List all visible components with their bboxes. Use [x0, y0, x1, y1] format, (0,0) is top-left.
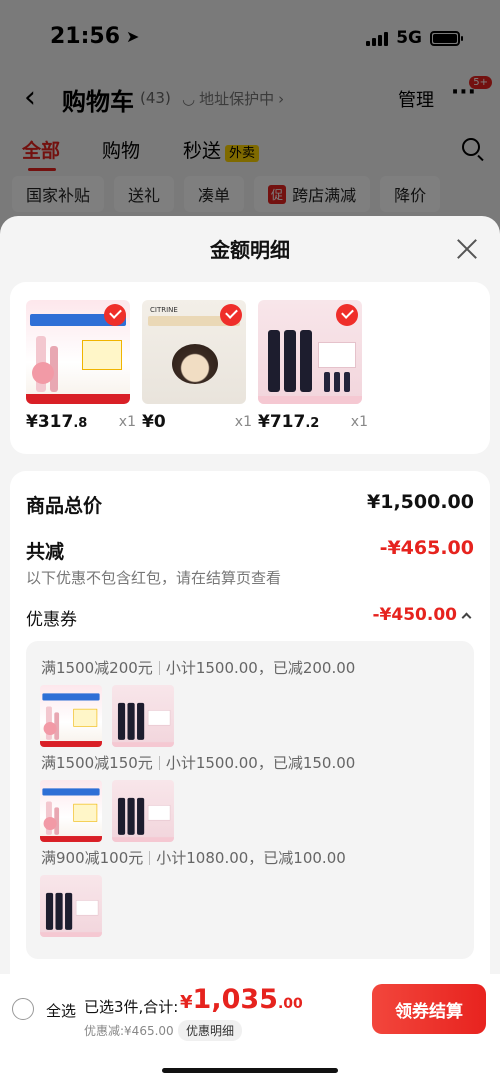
- total-label: 商品总价: [26, 495, 103, 517]
- coupon-toggle[interactable]: -¥450.00: [372, 605, 472, 625]
- coupon-rule: 满900减100元 小计1080.00，已减100.00: [41, 847, 346, 868]
- checked-icon: [104, 304, 126, 326]
- coupon-rule: 满1500减200元 小计1500.00，已减200.00: [41, 657, 355, 678]
- product-quantity: x1: [350, 414, 368, 430]
- coupon-breakdown: 满1500减200元 小计1500.00，已减200.00 满1500减150元小…: [26, 641, 474, 959]
- selected-products: ¥317.8 x1 CITRINE ¥0 x1 ¥717.2 x1: [10, 282, 490, 454]
- coupon-rule-title: 满1500减200元: [41, 659, 153, 677]
- coupon-rule-detail: 小计1080.00，已减100.00: [156, 849, 346, 867]
- coupon-rule: 满1500减150元 小计1500.00，已减150.00: [41, 752, 355, 773]
- total-amount: ¥1,035.00: [180, 984, 303, 1015]
- checked-icon: [220, 304, 242, 326]
- selected-info: 已选3件,合计:: [84, 998, 179, 1016]
- price-summary: 商品总价 ¥1,500.00 共减 -¥465.00 以下优惠不包含红包，请在结…: [10, 471, 490, 986]
- coupon-rule-title: 满1500减150元: [41, 754, 153, 772]
- sheet-title: 金额明细: [210, 238, 290, 262]
- product-quantity: x1: [234, 414, 252, 430]
- product-thumbnail: [112, 685, 174, 747]
- coupon-value: -¥450.00: [372, 605, 458, 625]
- select-all-label[interactable]: 全选: [46, 1000, 76, 1021]
- total-decimal: .00: [277, 996, 303, 1012]
- currency-symbol: ¥: [180, 992, 193, 1013]
- product-item[interactable]: ¥317.8 x1: [26, 300, 136, 432]
- discount-info: 优惠减:¥465.00: [84, 1024, 174, 1038]
- product-item[interactable]: ¥717.2 x1: [258, 300, 368, 432]
- product-thumbnail: [112, 780, 174, 842]
- product-price-decimal: .2: [305, 416, 320, 431]
- product-price: ¥317: [26, 412, 74, 432]
- amount-detail-sheet: 金额明细 ¥317.8 x1 CITRINE ¥0 x1 ¥717.2 x1 商…: [0, 216, 500, 986]
- product-quantity: x1: [118, 414, 136, 430]
- product-price: ¥717: [258, 412, 306, 432]
- checkout-bar: 全选 已选3件,合计: ¥1,035.00 优惠减:¥465.00 优惠明细 领…: [0, 974, 500, 1083]
- chevron-up-icon: [461, 612, 472, 623]
- coupon-rule-detail: 小计1500.00，已减150.00: [165, 754, 356, 772]
- discount-value: -¥465.00: [379, 537, 474, 559]
- discount-note: 以下优惠不包含红包，请在结算页查看: [26, 569, 282, 587]
- product-image: CITRINE: [142, 300, 246, 404]
- home-indicator: [162, 1068, 338, 1073]
- coupon-rule-title: 满900减100元: [41, 849, 144, 867]
- checked-icon: [336, 304, 358, 326]
- close-icon[interactable]: [456, 238, 478, 260]
- checkout-button[interactable]: 领券结算: [372, 984, 486, 1034]
- total-main: 1,035: [192, 984, 278, 1015]
- select-all-checkbox[interactable]: [12, 998, 34, 1020]
- coupon-label: 优惠券: [26, 610, 77, 630]
- product-thumbnail: [40, 780, 102, 842]
- discount-label: 共减: [26, 541, 65, 563]
- product-image: [258, 300, 362, 404]
- product-price: ¥0: [142, 412, 166, 432]
- discount-detail-link[interactable]: 优惠明细: [178, 1020, 243, 1041]
- coupon-rule-detail: 小计1500.00，已减200.00: [165, 659, 356, 677]
- product-thumbnail: [40, 875, 102, 937]
- product-item[interactable]: CITRINE ¥0 x1: [142, 300, 252, 432]
- product-thumbnail: [40, 685, 102, 747]
- total-value: ¥1,500.00: [367, 491, 474, 513]
- product-price-decimal: .8: [73, 416, 88, 431]
- product-image: [26, 300, 130, 404]
